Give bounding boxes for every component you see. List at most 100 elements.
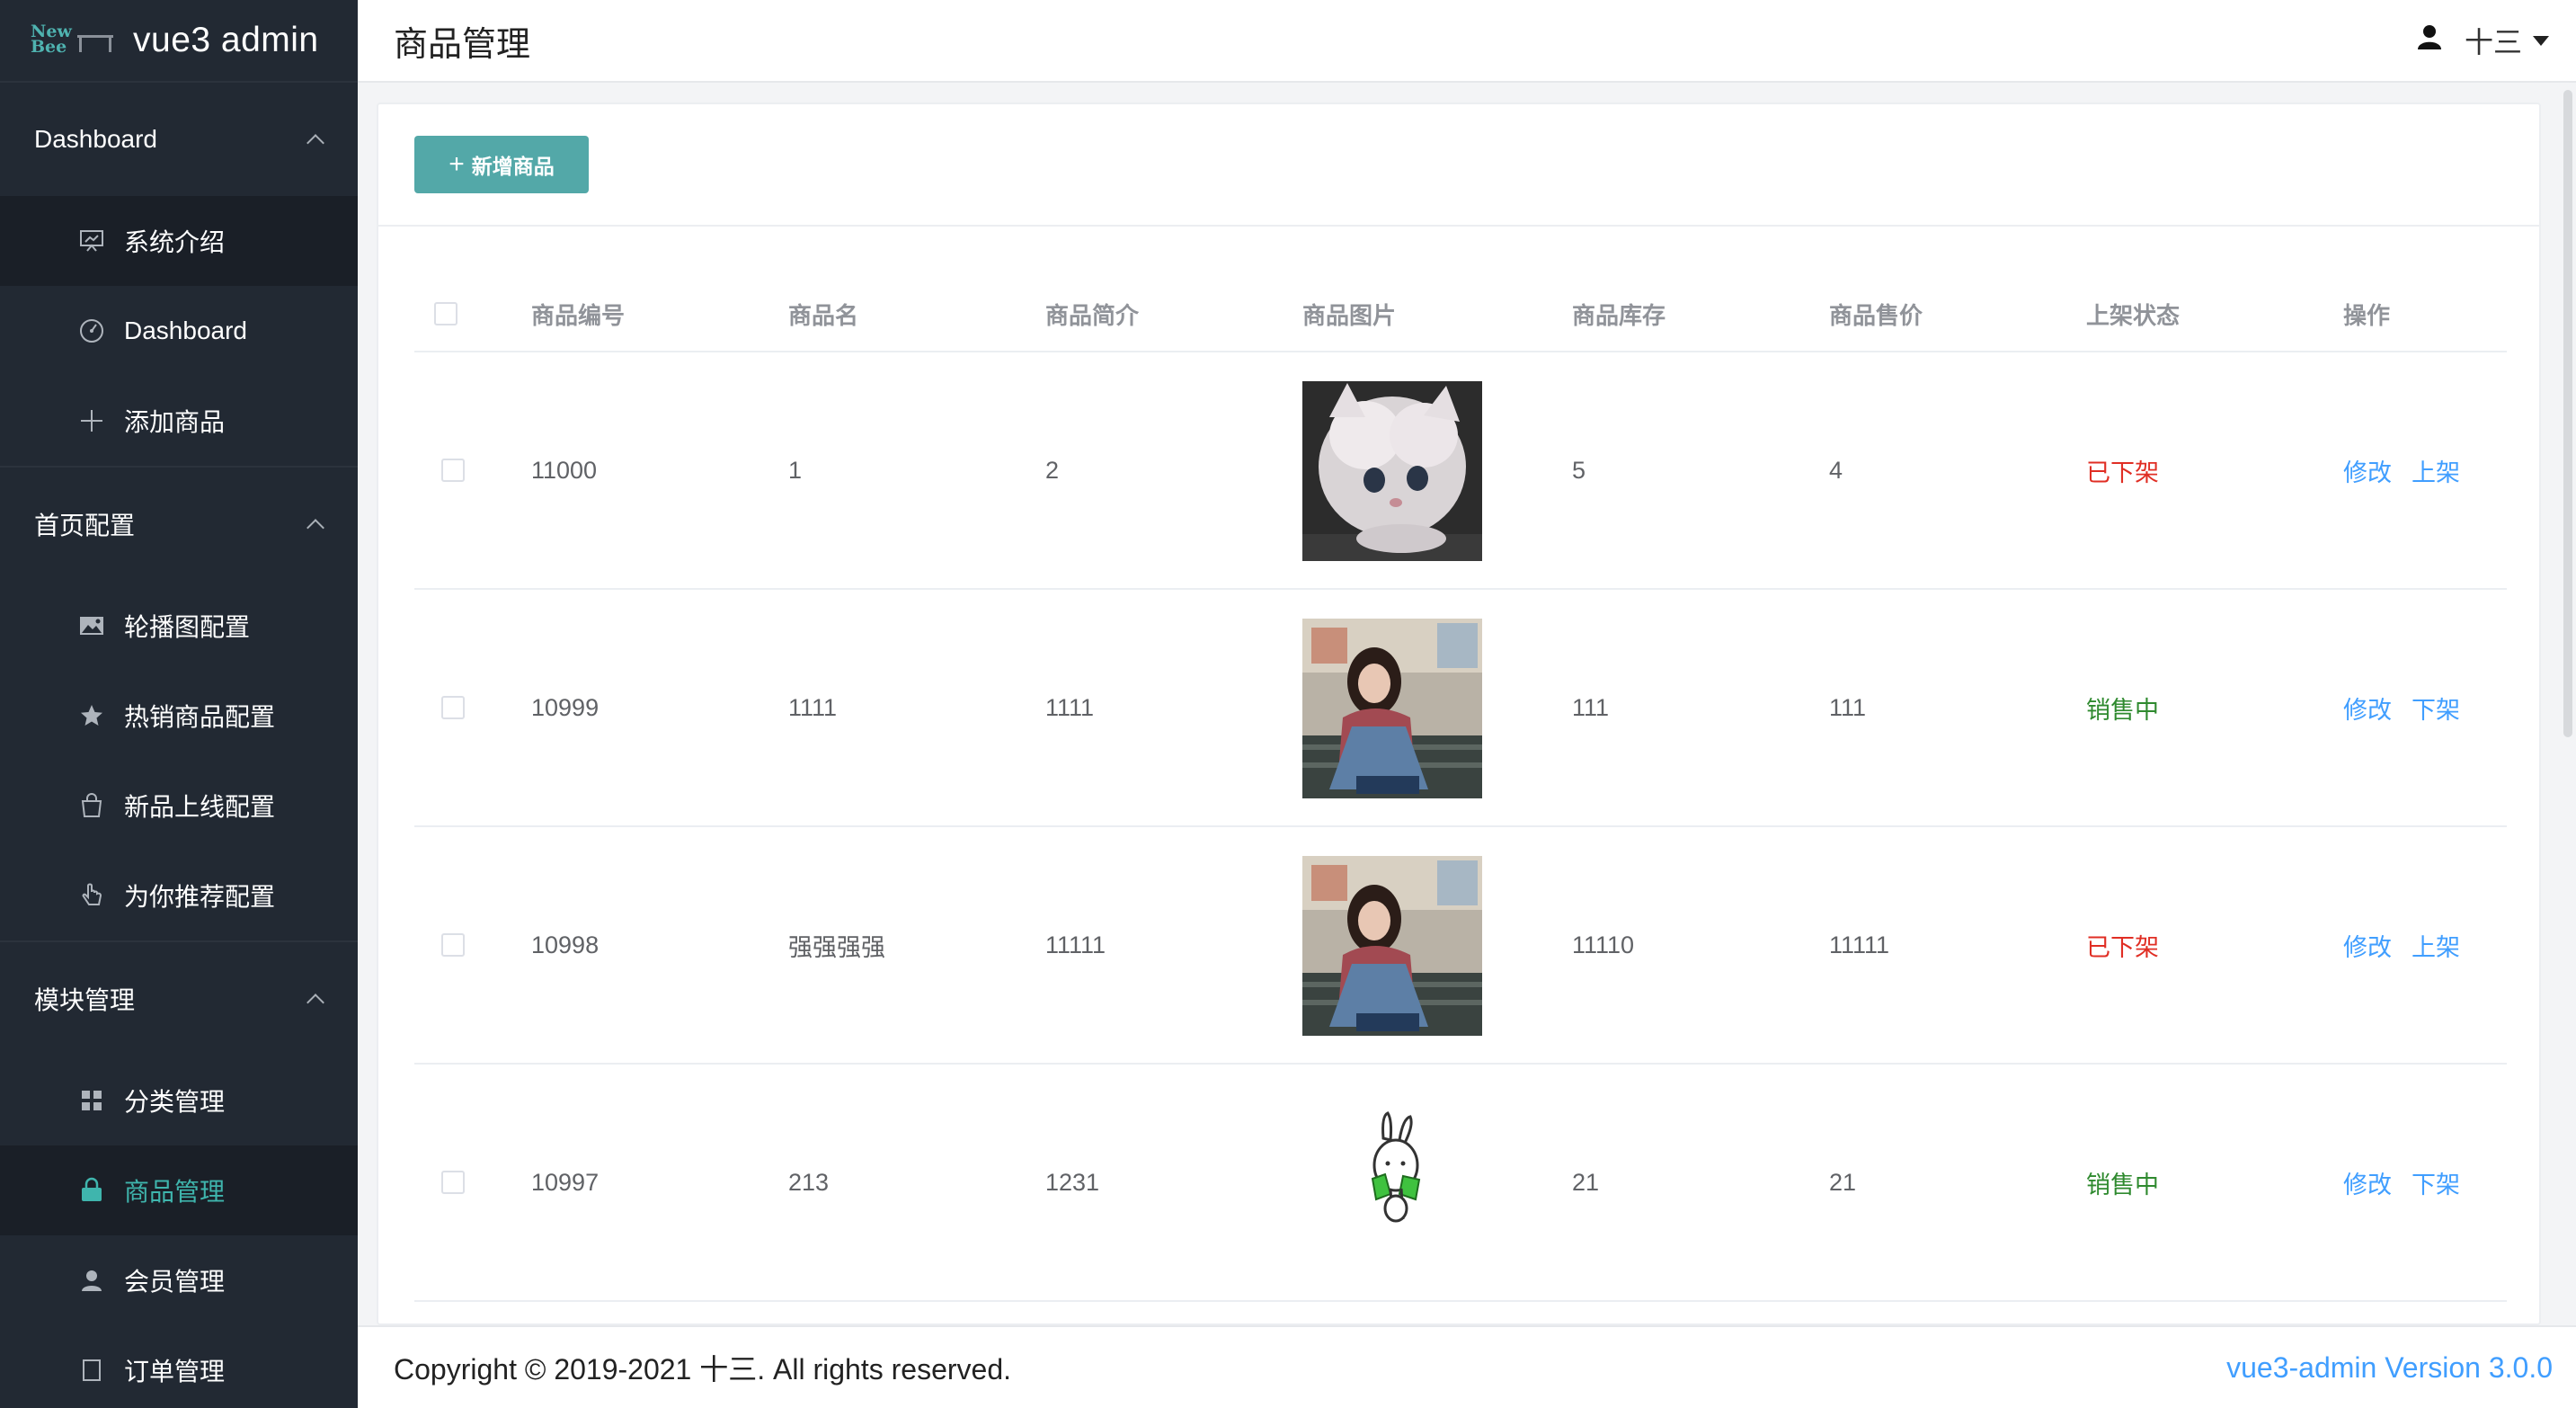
logo-text: vue3 admin — [133, 21, 319, 59]
chevron-up-icon — [306, 994, 324, 1011]
menu-group-home-config[interactable]: 首页配置 — [0, 468, 358, 581]
col-header-price: 商品售价 — [1829, 301, 1923, 329]
goods-stock: 111 — [1572, 693, 1610, 721]
col-header-name: 商品名 — [788, 301, 859, 329]
goods-price: 4 — [1829, 456, 1843, 484]
footer: Copyright © 2019-2021 十三. All rights res… — [358, 1325, 2576, 1408]
toggle-shelf-link[interactable]: 下架 — [2412, 1172, 2460, 1199]
goods-table: 商品编号 商品名 商品简介 商品图片 商品库存 商品售价 上架状态 操作 110… — [414, 277, 2507, 1302]
shopping-bag-icon — [77, 791, 106, 820]
table-row: 11000 1 2 5 4 已下架 修改 上架 — [414, 352, 2507, 590]
sidebar-item-add-goods[interactable]: 添加商品 — [0, 376, 358, 466]
row-checkbox[interactable] — [441, 1171, 465, 1194]
sidebar-item-hot-goods[interactable]: 热销商品配置 — [0, 671, 358, 761]
newbee-logo-icon: New Bee — [31, 22, 115, 58]
edit-link[interactable]: 修改 — [2343, 459, 2392, 486]
goods-intro: 11111 — [1045, 931, 1106, 958]
status-badge: 销售中 — [2086, 1171, 2159, 1199]
goods-intro: 2 — [1045, 456, 1060, 484]
sidebar-item-dashboard[interactable]: Dashboard — [0, 286, 358, 376]
status-badge: 已下架 — [2086, 459, 2159, 486]
sidebar-item-goods[interactable]: 商品管理 — [0, 1145, 358, 1235]
user-icon — [77, 1266, 106, 1295]
chevron-up-icon — [306, 134, 324, 152]
goods-image-bunny[interactable] — [1302, 1093, 1482, 1273]
sidebar-item-label: 热销商品配置 — [124, 703, 276, 731]
top-header: 商品管理 十三 — [358, 0, 2576, 83]
sidebar-item-label: 商品管理 — [124, 1178, 226, 1206]
sidebar-item-label: 分类管理 — [124, 1088, 226, 1116]
edit-link[interactable]: 修改 — [2343, 1172, 2392, 1199]
copyright-text: Copyright © 2019-2021 十三. All rights res… — [394, 1353, 1012, 1386]
sidebar-item-new-goods[interactable]: 新品上线配置 — [0, 761, 358, 851]
star-icon — [77, 701, 106, 730]
col-header-image: 商品图片 — [1302, 301, 1397, 329]
toggle-shelf-link[interactable]: 上架 — [2412, 934, 2460, 961]
goods-stock: 21 — [1572, 1168, 1600, 1196]
sidebar-item-carousel[interactable]: 轮播图配置 — [0, 581, 358, 671]
row-checkbox[interactable] — [441, 933, 465, 957]
goods-intro: 1111 — [1045, 693, 1095, 721]
sidebar-item-members[interactable]: 会员管理 — [0, 1235, 358, 1325]
gauge-icon — [77, 316, 106, 345]
menu-group-title: 首页配置 — [34, 512, 136, 539]
page-title: 商品管理 — [394, 25, 531, 64]
grid-icon — [77, 1086, 106, 1115]
picture-icon — [77, 611, 106, 640]
card-header: + 新增商品 — [378, 104, 2539, 227]
col-header-status: 上架状态 — [2086, 301, 2181, 329]
goods-stock: 5 — [1572, 456, 1586, 484]
select-all-checkbox[interactable] — [434, 302, 457, 325]
col-header-id: 商品编号 — [531, 301, 626, 329]
logo[interactable]: New Bee vue3 admin — [0, 0, 358, 83]
toggle-shelf-link[interactable]: 下架 — [2412, 697, 2460, 724]
goods-image-girl[interactable] — [1302, 856, 1482, 1036]
plus-icon — [77, 406, 106, 435]
sidebar-item-recommend[interactable]: 为你推荐配置 — [0, 851, 358, 940]
version-link[interactable]: vue3-admin Version 3.0.0 — [2226, 1351, 2553, 1385]
user-icon — [2416, 23, 2443, 58]
menu-group-modules[interactable]: 模块管理 — [0, 942, 358, 1056]
sidebar-item-label: 系统介绍 — [124, 228, 226, 256]
sidebar-item-intro[interactable]: 系统介绍 — [0, 196, 358, 286]
goods-image-girl[interactable] — [1302, 619, 1482, 798]
goods-card: + 新增商品 商品编号 商品名 商品简介 商品图片 商品库存 商品售价 上架状态… — [377, 102, 2541, 1325]
goods-id: 11000 — [531, 456, 598, 484]
row-checkbox[interactable] — [441, 459, 465, 482]
menu-group-dashboard[interactable]: Dashboard — [0, 83, 358, 196]
goods-name: 1111 — [788, 693, 838, 721]
table-row: 10998 强强强强 11111 11110 11111 已下架 修改 上架 — [414, 827, 2507, 1065]
goods-name: 213 — [788, 1168, 830, 1196]
status-badge: 销售中 — [2086, 696, 2159, 724]
goods-price: 21 — [1829, 1168, 1857, 1196]
edit-link[interactable]: 修改 — [2343, 697, 2392, 724]
chevron-up-icon — [306, 519, 324, 537]
goods-image-kitten[interactable] — [1302, 381, 1482, 561]
col-header-actions: 操作 — [2343, 301, 2391, 329]
goods-id: 10999 — [531, 693, 600, 721]
status-badge: 已下架 — [2086, 933, 2159, 961]
sidebar-item-label: 新品上线配置 — [124, 793, 276, 821]
edit-link[interactable]: 修改 — [2343, 934, 2392, 961]
sidebar-item-category[interactable]: 分类管理 — [0, 1056, 358, 1145]
sidebar-item-orders[interactable]: 订单管理 — [0, 1325, 358, 1408]
add-goods-label: 新增商品 — [471, 155, 555, 178]
row-checkbox[interactable] — [441, 696, 465, 719]
row-actions: 修改 下架 — [2343, 691, 2480, 726]
goods-price: 11111 — [1829, 931, 1890, 958]
page-scrollbar[interactable] — [2563, 90, 2572, 737]
goods-id: 10998 — [531, 931, 600, 958]
add-goods-button[interactable]: + 新增商品 — [414, 136, 589, 193]
menu-group-title: 模块管理 — [34, 986, 136, 1014]
sidebar-item-label: 会员管理 — [124, 1268, 226, 1296]
presentation-icon — [77, 227, 106, 255]
sidebar: New Bee vue3 admin Dashboard 系统介绍 Dashboa… — [0, 0, 358, 1408]
table-header-row: 商品编号 商品名 商品简介 商品图片 商品库存 商品售价 上架状态 操作 — [414, 277, 2507, 352]
goods-stock: 11110 — [1572, 931, 1635, 958]
toggle-shelf-link[interactable]: 上架 — [2412, 459, 2460, 486]
sidebar-item-label: 轮播图配置 — [124, 613, 251, 641]
user-menu[interactable]: 十三 — [2416, 20, 2549, 61]
plus-icon: + — [449, 149, 465, 179]
caret-down-icon — [2533, 35, 2549, 46]
sidebar-item-label: Dashboard — [124, 316, 247, 344]
